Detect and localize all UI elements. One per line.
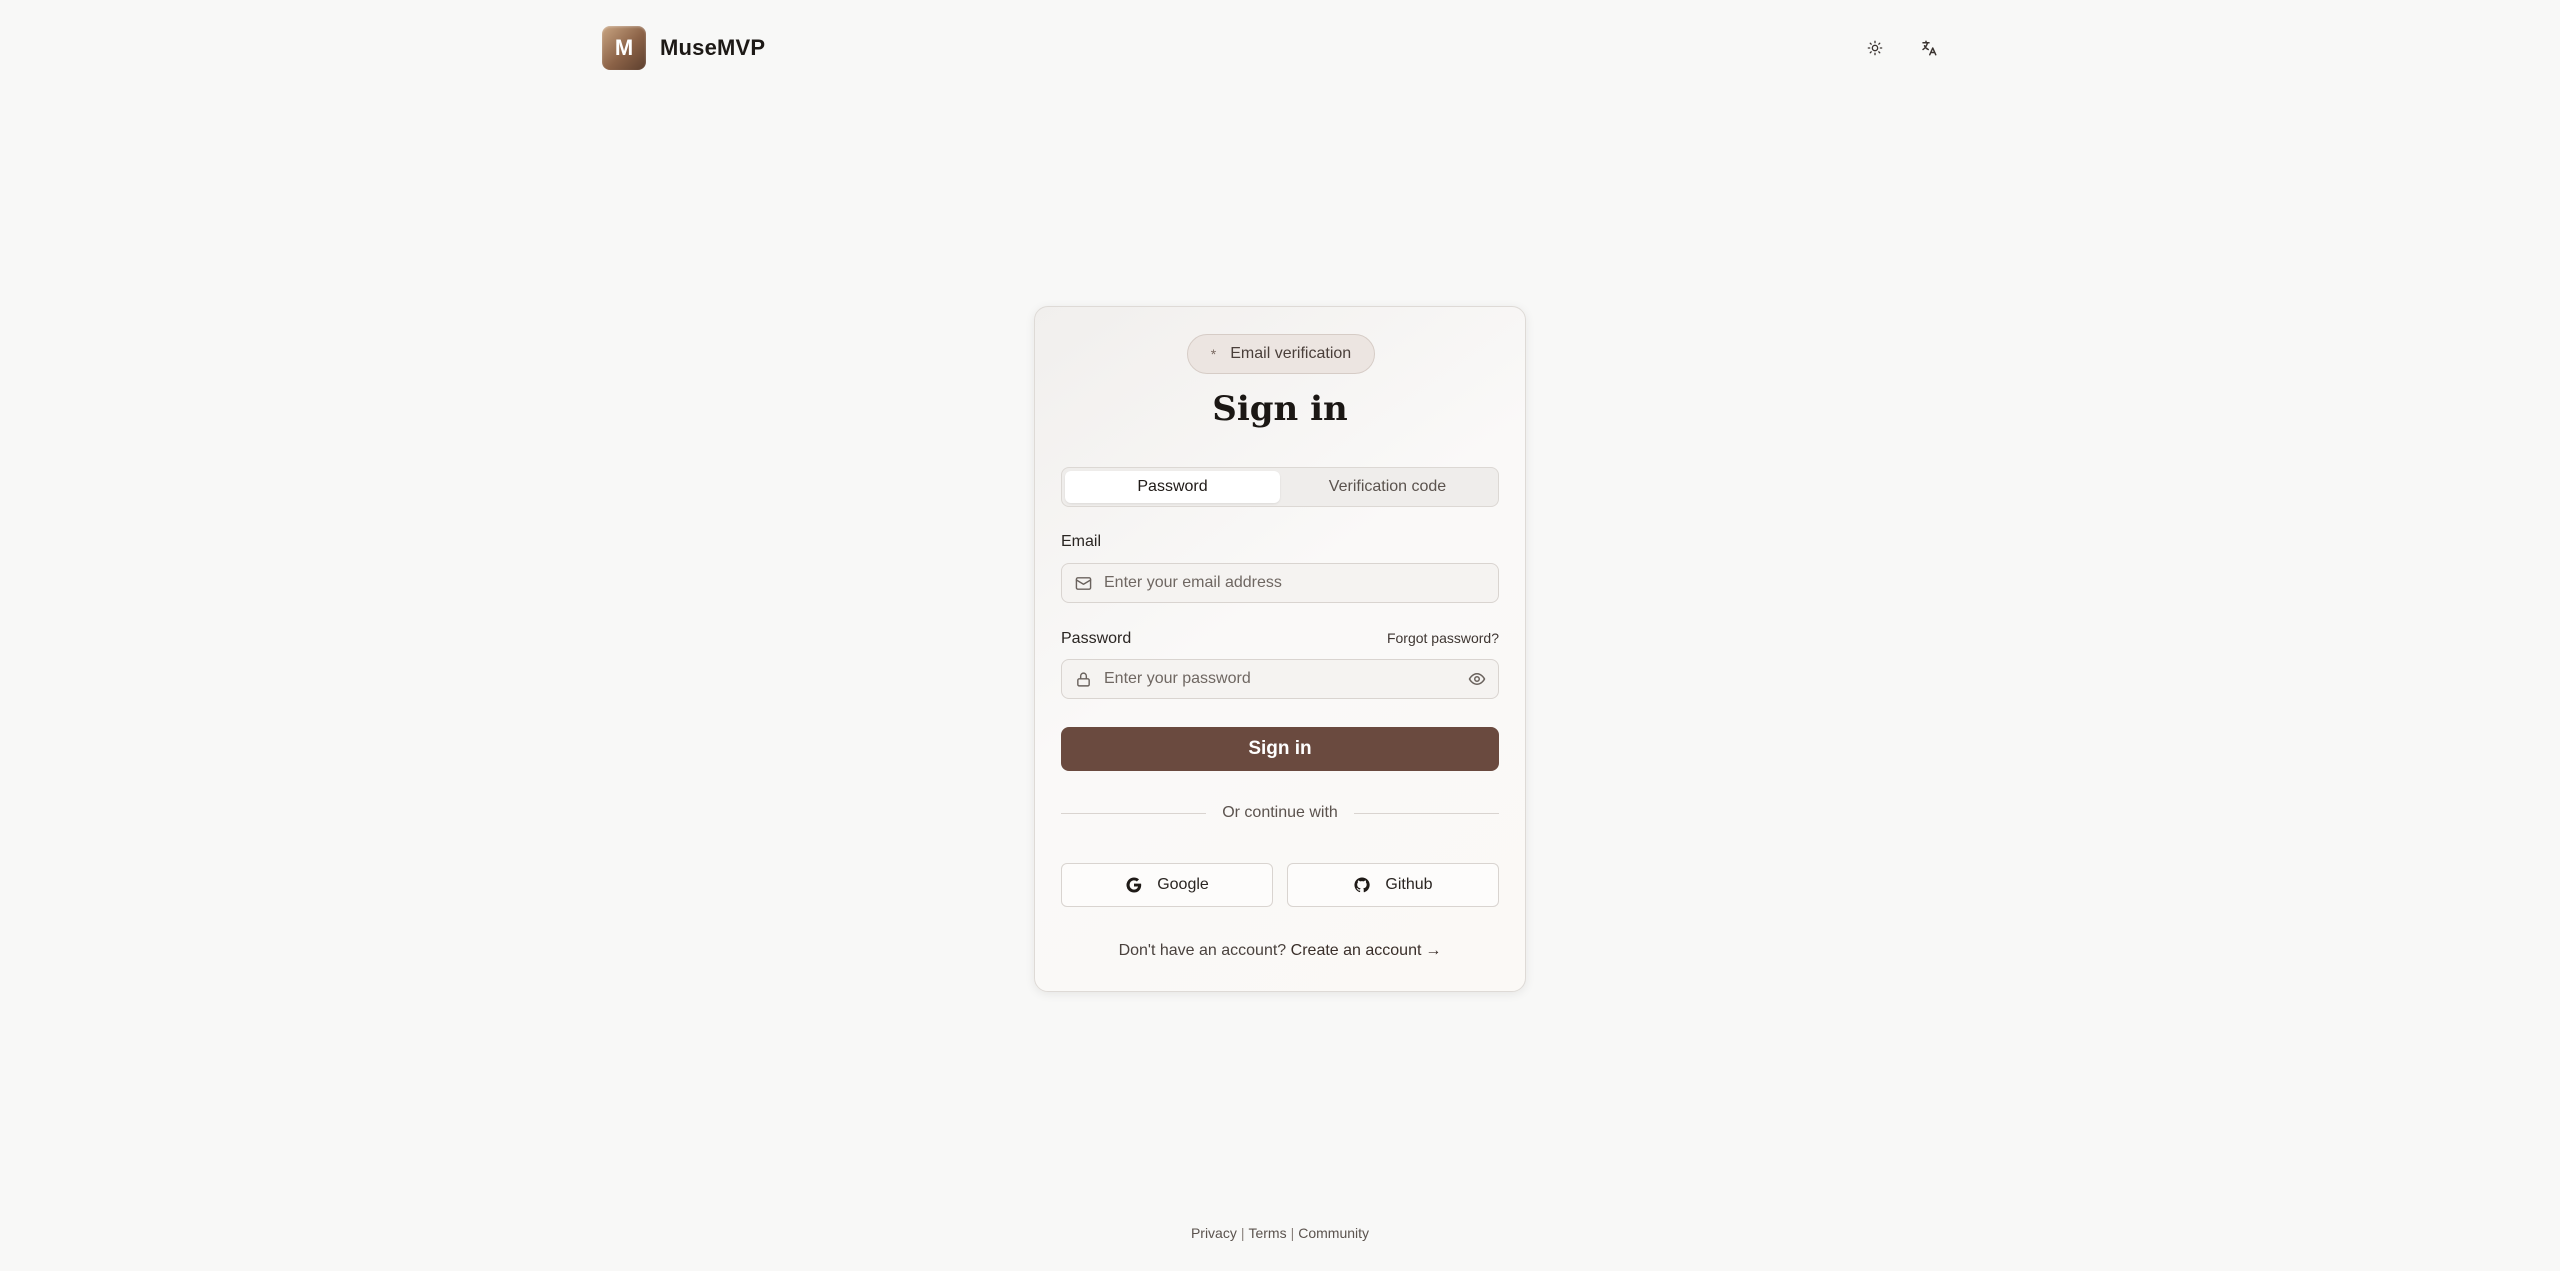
email-label: Email (1061, 533, 1102, 550)
sign-in-card: * Email verification Sign in Password Ve… (1034, 306, 1526, 992)
github-icon (1353, 876, 1371, 894)
top-header: M MuseMVP (602, 24, 1942, 72)
sign-in-button[interactable]: Sign in (1061, 727, 1499, 771)
google-label: Google (1157, 876, 1209, 893)
brand[interactable]: M MuseMVP (602, 26, 765, 70)
create-account-label: Create an account (1290, 942, 1422, 959)
email-verification-badge: * Email verification (1187, 334, 1375, 374)
badge-dot: * (1210, 346, 1217, 362)
tab-password[interactable]: Password (1065, 471, 1280, 503)
privacy-link[interactable]: Privacy (1191, 1225, 1237, 1241)
github-label: Github (1385, 876, 1433, 893)
badge-text: Email verification (1230, 345, 1352, 362)
password-field[interactable] (1061, 659, 1499, 699)
page-footer: Privacy | Terms | Community (0, 1225, 2560, 1241)
footer-separator: | (1290, 1225, 1295, 1241)
password-label: Password (1061, 630, 1132, 647)
google-icon (1125, 876, 1143, 894)
email-field[interactable] (1061, 563, 1499, 603)
or-divider: Or continue with (1061, 804, 1500, 822)
community-link[interactable]: Community (1298, 1225, 1369, 1241)
logo: M (602, 26, 646, 70)
page-title: Sign in (1212, 389, 1348, 429)
mail-icon (1074, 574, 1092, 592)
divider-text: Or continue with (1222, 804, 1338, 821)
password-input[interactable] (1104, 670, 1456, 688)
lock-icon (1074, 670, 1092, 688)
divider-line-right (1353, 812, 1500, 814)
sun-icon[interactable] (1862, 35, 1888, 61)
tab-verification-code[interactable]: Verification code (1280, 471, 1495, 503)
forgot-password-link[interactable]: Forgot password? (1387, 630, 1499, 646)
auth-method-tabs: Password Verification code (1061, 467, 1499, 507)
create-account-link[interactable]: Create an account → (1291, 942, 1442, 959)
email-input[interactable] (1104, 574, 1486, 592)
google-button[interactable]: Google (1061, 863, 1273, 907)
github-button[interactable]: Github (1287, 863, 1499, 907)
eye-icon[interactable] (1468, 670, 1486, 688)
signup-prompt: Don't have an account? Create an account… (1035, 942, 1525, 960)
arrow-right-icon: → (1425, 942, 1442, 959)
header-actions (1862, 35, 1942, 61)
translate-icon[interactable] (1916, 35, 1942, 61)
signup-prompt-text: Don't have an account? (1118, 942, 1287, 959)
brand-name: MuseMVP (660, 35, 766, 60)
divider-line-left (1061, 812, 1207, 814)
terms-link[interactable]: Terms (1248, 1225, 1286, 1241)
footer-separator: | (1240, 1225, 1245, 1241)
